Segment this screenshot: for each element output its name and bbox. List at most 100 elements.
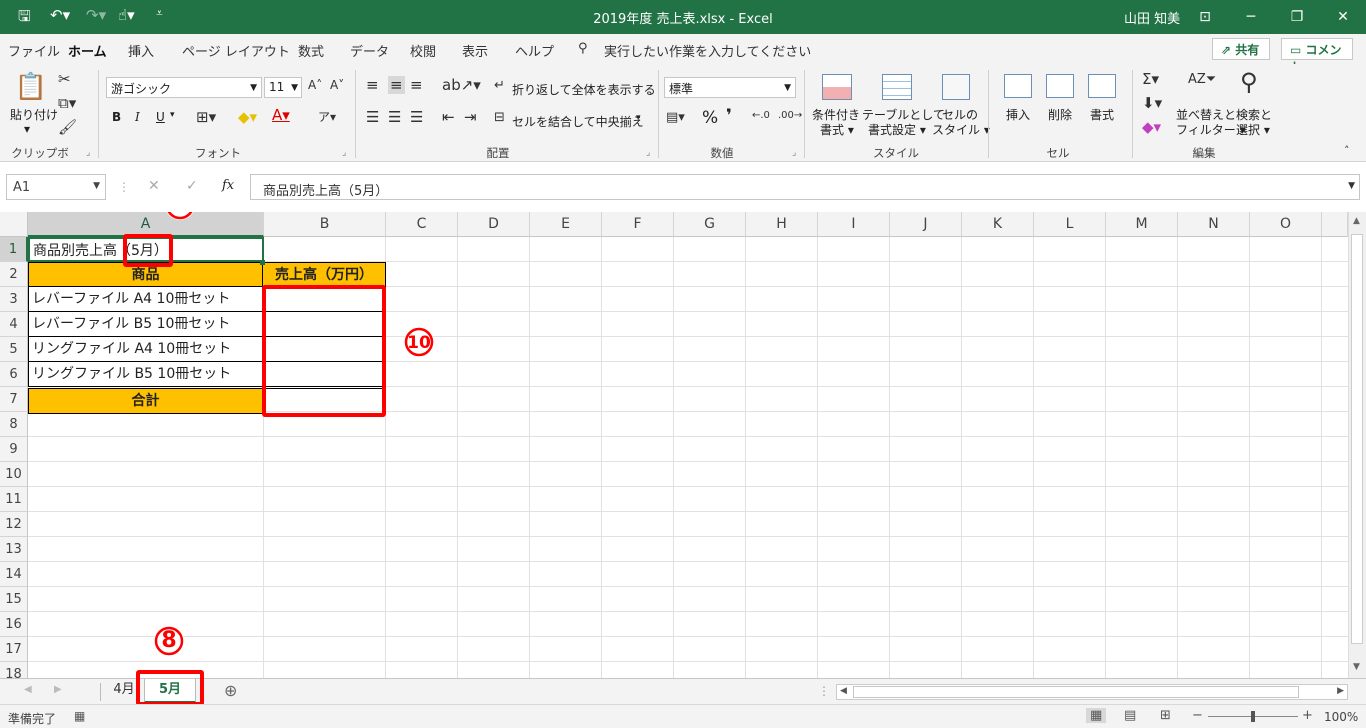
column-header-f[interactable]: F — [602, 212, 674, 237]
paste-label[interactable]: 貼り付け — [10, 106, 58, 123]
format-cells-icon[interactable] — [1088, 74, 1116, 98]
fill-icon[interactable]: ⬇▾ — [1142, 94, 1162, 112]
vertical-scroll-thumb[interactable] — [1351, 234, 1363, 644]
shrink-font-icon[interactable]: A˅ — [330, 78, 344, 92]
formula-input[interactable]: 商品別売上高（5月） ▼ — [250, 174, 1360, 200]
font-launcher-icon[interactable]: ⌟ — [342, 148, 346, 158]
cell-a4[interactable]: レバーファイル B5 10冊セット — [28, 311, 263, 337]
prev-sheet-icon[interactable]: ◀ — [24, 684, 32, 695]
comma-style-button[interactable]: ❜ — [726, 106, 732, 126]
row-header-4[interactable]: 4 — [0, 312, 28, 337]
restore-button[interactable]: ❐ — [1274, 2, 1320, 32]
tab-view[interactable]: 表示 — [462, 41, 488, 60]
scroll-left-icon[interactable]: ◀ — [840, 686, 847, 696]
cell-a5[interactable]: リングファイル A4 10冊セット — [28, 336, 263, 362]
comment-button[interactable]: ▭ コメント — [1281, 38, 1353, 74]
find-select-icon[interactable]: ⚲ — [1240, 68, 1258, 96]
align-center-icon[interactable]: ☰ — [388, 108, 401, 126]
tab-help[interactable]: ヘルプ — [515, 41, 554, 60]
select-all-corner[interactable] — [0, 212, 28, 237]
format-painter-icon[interactable]: 🖌 — [58, 118, 77, 136]
format-as-table-icon[interactable] — [882, 74, 912, 100]
column-header-d[interactable]: D — [458, 212, 530, 237]
column-header-n[interactable]: N — [1178, 212, 1250, 237]
bold-button[interactable]: B — [112, 110, 121, 124]
zoom-level[interactable]: 100% — [1324, 710, 1358, 724]
zoom-out-icon[interactable]: − — [1192, 708, 1203, 723]
close-button[interactable]: ✕ — [1320, 2, 1366, 32]
page-layout-view-icon[interactable]: ▤ — [1124, 708, 1136, 723]
row-header-15[interactable]: 15 — [0, 587, 28, 612]
cancel-icon[interactable]: ✕ — [148, 178, 160, 194]
cell-a3[interactable]: レバーファイル A4 10冊セット — [28, 286, 263, 312]
zoom-slider-thumb[interactable] — [1251, 711, 1255, 722]
chevron-down-icon[interactable]: ▾ — [170, 110, 175, 120]
column-header-i[interactable]: I — [818, 212, 890, 237]
align-bottom-icon[interactable]: ≡ — [410, 76, 423, 94]
font-name-select[interactable]: 游ゴシック ▼ — [106, 77, 262, 98]
row-header-12[interactable]: 12 — [0, 512, 28, 537]
insert-function-button[interactable]: fx — [222, 178, 234, 193]
grow-font-icon[interactable]: A˄ — [308, 78, 322, 92]
scroll-up-icon[interactable]: ▲ — [1353, 216, 1360, 226]
tell-me-box[interactable]: 実行したい作業を入力してください — [604, 41, 811, 60]
chevron-down-icon[interactable]: ▾ — [636, 113, 641, 123]
increase-indent-icon[interactable]: ⇥ — [464, 108, 477, 126]
tab-formulas[interactable]: 数式 — [298, 41, 324, 60]
cell-b2[interactable]: 売上高（万円） — [262, 262, 386, 287]
column-header-c[interactable]: C — [386, 212, 458, 237]
collapse-ribbon-icon[interactable]: ˄ — [1344, 144, 1350, 157]
tab-file[interactable]: ファイル — [8, 41, 60, 60]
row-header-14[interactable]: 14 — [0, 562, 28, 587]
font-size-select[interactable]: 11 ▼ — [264, 77, 302, 98]
sort-filter-icon[interactable]: AZ⏷ — [1188, 72, 1216, 87]
align-left-icon[interactable]: ☰ — [366, 108, 379, 126]
row-header-5[interactable]: 5 — [0, 337, 28, 362]
paste-icon[interactable]: 📋 — [14, 72, 48, 102]
orientation-icon[interactable]: ab↗▾ — [442, 76, 481, 94]
fill-color-icon[interactable]: ◆▾ — [238, 108, 257, 126]
tab-page-layout[interactable]: ページ レイアウト — [182, 41, 290, 60]
row-header-8[interactable]: 8 — [0, 412, 28, 437]
percent-button[interactable]: % — [702, 108, 718, 128]
cell-a6[interactable]: リングファイル B5 10冊セット — [28, 361, 263, 387]
column-header-l[interactable]: L — [1034, 212, 1106, 237]
tab-review[interactable]: 校閲 — [410, 41, 436, 60]
scroll-right-icon[interactable]: ▶ — [1337, 686, 1344, 696]
insert-cells-button[interactable]: 挿入 — [1006, 106, 1030, 123]
row-header-9[interactable]: 9 — [0, 437, 28, 462]
tab-splitter-grip[interactable]: ⋮ — [818, 684, 830, 698]
cell-styles-sublabel[interactable]: スタイル ▾ — [932, 121, 990, 138]
currency-icon[interactable]: ▤▾ — [666, 110, 685, 125]
alignment-launcher-icon[interactable]: ⌟ — [646, 148, 650, 158]
align-top-icon[interactable]: ≡ — [366, 76, 379, 94]
tab-home[interactable]: ホーム — [68, 41, 107, 67]
tab-insert[interactable]: 挿入 — [128, 41, 154, 60]
cell-styles-icon[interactable] — [942, 74, 970, 100]
row-header-1[interactable]: 1 — [0, 237, 28, 262]
decrease-indent-icon[interactable]: ⇤ — [442, 108, 455, 126]
vertical-scrollbar[interactable]: ▲ ▼ — [1348, 212, 1366, 678]
row-header-2[interactable]: 2 — [0, 262, 28, 287]
conditional-formatting-icon[interactable] — [822, 74, 852, 100]
macro-record-icon[interactable]: ▦ — [74, 709, 85, 723]
column-header-b[interactable]: B — [264, 212, 386, 237]
autosum-icon[interactable]: Σ▾ — [1142, 70, 1159, 88]
font-color-icon[interactable]: A▾ — [272, 106, 290, 124]
clear-icon[interactable]: ◆▾ — [1142, 118, 1161, 136]
row-header-11[interactable]: 11 — [0, 487, 28, 512]
paste-dropdown-icon[interactable]: ▾ — [24, 122, 30, 136]
format-as-table-sublabel[interactable]: 書式設定 ▾ — [868, 121, 926, 138]
user-name[interactable]: 山田 知美 — [1124, 8, 1180, 27]
name-box[interactable]: A1 ▼ — [6, 174, 106, 200]
column-header-j[interactable]: J — [890, 212, 962, 237]
insert-cells-icon[interactable] — [1004, 74, 1032, 98]
column-header-o[interactable]: O — [1250, 212, 1322, 237]
align-middle-icon[interactable]: ≡ — [388, 76, 405, 94]
column-header-k[interactable]: K — [962, 212, 1034, 237]
phonetic-icon[interactable]: ア▾ — [318, 108, 336, 125]
conditional-formatting-sublabel[interactable]: 書式 ▾ — [820, 121, 854, 138]
column-header-g[interactable]: G — [674, 212, 746, 237]
find-select-sublabel[interactable]: 選択 ▾ — [1236, 121, 1270, 138]
horizontal-scrollbar[interactable]: ◀ ▶ — [836, 684, 1348, 700]
